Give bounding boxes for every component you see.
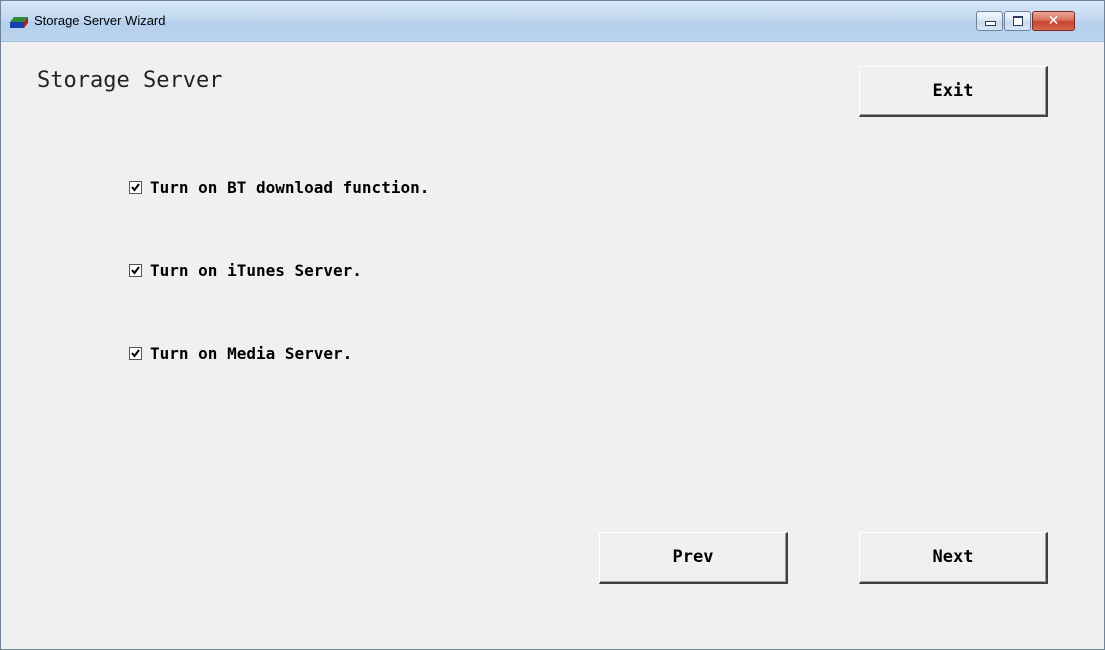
next-button[interactable]: Next xyxy=(859,532,1048,584)
close-icon: ✕ xyxy=(1047,13,1060,29)
bt-download-checkbox[interactable] xyxy=(129,180,142,194)
storage-server-icon xyxy=(10,14,28,28)
bt-download-label: Turn on BT download function. xyxy=(150,177,430,197)
checkmark-icon xyxy=(131,348,140,358)
wizard-window: Storage Server Wizard ✕ Storage Server E… xyxy=(0,0,1105,650)
itunes-server-checkbox[interactable] xyxy=(129,263,142,277)
close-button[interactable]: ✕ xyxy=(1032,11,1075,31)
checkmark-icon xyxy=(131,265,140,275)
bt-download-option[interactable]: Turn on BT download function. xyxy=(129,177,429,197)
prev-button[interactable]: Prev xyxy=(599,532,788,584)
minimize-button[interactable] xyxy=(976,11,1003,31)
itunes-server-option[interactable]: Turn on iTunes Server. xyxy=(129,260,362,280)
media-server-option[interactable]: Turn on Media Server. xyxy=(129,343,352,363)
minimize-icon xyxy=(985,21,996,26)
media-server-checkbox[interactable] xyxy=(129,346,142,360)
media-server-label: Turn on Media Server. xyxy=(150,343,353,363)
checkmark-icon xyxy=(131,182,140,192)
page-title: Storage Server xyxy=(37,68,223,93)
itunes-server-label: Turn on iTunes Server. xyxy=(150,260,362,280)
window-title: Storage Server Wizard xyxy=(34,13,166,28)
title-bar[interactable]: Storage Server Wizard ✕ xyxy=(1,1,1104,42)
exit-button[interactable]: Exit xyxy=(859,66,1048,117)
maximize-icon xyxy=(1013,16,1023,26)
maximize-button[interactable] xyxy=(1004,11,1031,31)
